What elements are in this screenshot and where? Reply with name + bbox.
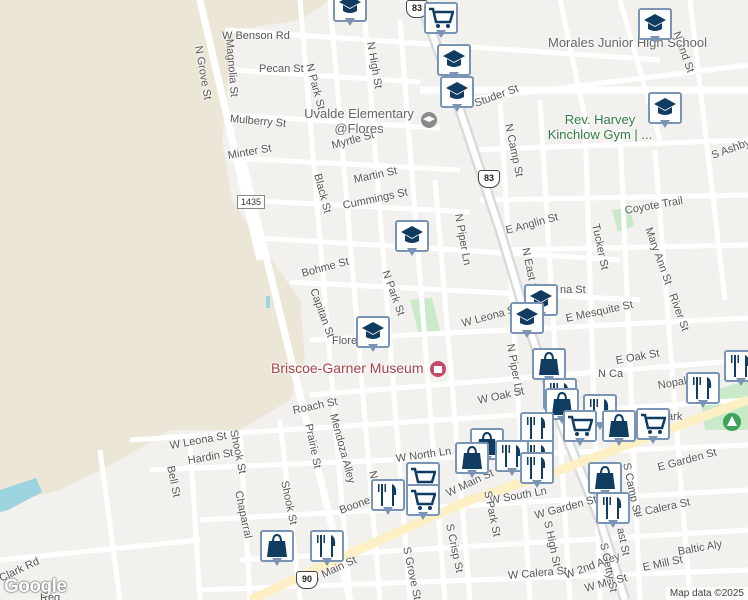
school-marker[interactable] xyxy=(356,316,390,356)
grocery-marker[interactable] xyxy=(406,484,440,524)
school-icon xyxy=(443,50,465,67)
school-marker[interactable] xyxy=(333,0,367,30)
street-label: na St xyxy=(560,284,586,296)
grocery-icon xyxy=(411,489,436,510)
grocery-icon xyxy=(641,413,666,434)
school-icon xyxy=(446,82,468,99)
restaurant-icon xyxy=(378,484,397,506)
grocery-marker[interactable] xyxy=(636,408,670,448)
shopping-icon xyxy=(462,445,482,469)
google-logo: Google xyxy=(4,576,67,597)
place-label[interactable]: Rev. Harvey Kinchlow Gym | ... xyxy=(545,112,655,142)
restaurant-icon xyxy=(693,377,712,399)
place-label[interactable]: Uvalde Elementary @Flores xyxy=(300,106,418,136)
street-label: Flore xyxy=(332,335,358,347)
park-icon[interactable] xyxy=(722,412,742,432)
shopping-icon xyxy=(595,465,615,489)
restaurant-marker[interactable] xyxy=(520,452,554,492)
school-icon xyxy=(362,322,384,339)
street-label: N Ca xyxy=(598,368,624,380)
restaurant-icon xyxy=(317,535,336,557)
restaurant-marker[interactable] xyxy=(686,372,720,412)
school-icon xyxy=(654,98,676,115)
grocery-marker[interactable] xyxy=(563,410,597,450)
school-marker[interactable] xyxy=(638,8,672,48)
school-marker[interactable] xyxy=(440,76,474,116)
school-icon xyxy=(339,0,361,13)
shopping-marker[interactable] xyxy=(602,410,636,450)
school-marker[interactable] xyxy=(510,302,544,342)
shopping-marker[interactable] xyxy=(455,442,489,482)
restaurant-icon xyxy=(731,355,748,377)
place-label[interactable]: Briscoe-Garner Museum xyxy=(271,361,424,376)
restaurant-icon xyxy=(527,417,546,439)
grocery-icon xyxy=(429,7,454,28)
restaurant-marker[interactable] xyxy=(724,350,748,390)
school-marker[interactable] xyxy=(648,92,682,132)
shopping-marker[interactable] xyxy=(260,530,294,570)
school-icon xyxy=(516,308,538,325)
restaurant-marker[interactable] xyxy=(371,479,405,519)
place-label[interactable]: Morales Junior High School xyxy=(548,35,707,50)
shopping-icon xyxy=(267,533,287,557)
restaurant-icon xyxy=(527,457,546,479)
map-attribution[interactable]: Map data ©2025 xyxy=(665,587,748,600)
us83-shield: 83 xyxy=(478,170,500,188)
street-label: Pecan St xyxy=(259,63,304,75)
museum-icon[interactable] xyxy=(429,360,447,378)
grocery-icon xyxy=(568,415,593,436)
us90-shield: 90 xyxy=(296,571,318,589)
school-icon xyxy=(644,14,666,31)
restaurant-marker[interactable] xyxy=(596,492,630,532)
shopping-icon xyxy=(609,413,629,437)
restaurant-marker[interactable] xyxy=(310,530,344,570)
grocery-marker[interactable] xyxy=(424,2,458,42)
fm1435-shield: 1435 xyxy=(237,195,266,209)
shopping-icon xyxy=(539,351,559,375)
pond xyxy=(266,296,270,308)
school-marker[interactable] xyxy=(395,220,429,260)
school-icon[interactable] xyxy=(420,111,438,129)
restaurant-icon xyxy=(603,497,622,519)
school-icon xyxy=(401,226,423,243)
map-viewport[interactable]: W Benson Rd N Grove St Magnolia St Pecan St… xyxy=(0,0,748,600)
